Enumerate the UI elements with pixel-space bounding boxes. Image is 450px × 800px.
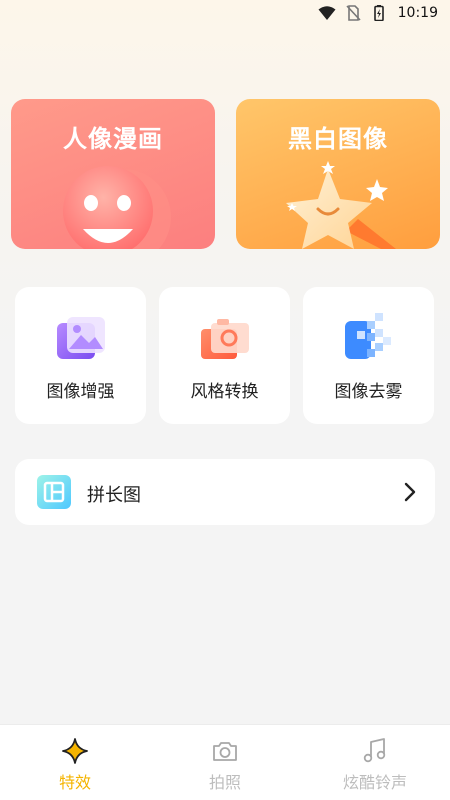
status-bar: 10:19 (0, 0, 450, 26)
camera-icon (213, 742, 237, 761)
nav-item-ringtones[interactable]: 炫酷铃声 (300, 725, 450, 800)
dehaze-pixel-icon (345, 313, 391, 359)
black-white-card[interactable]: 黑白图像 (236, 99, 440, 249)
camera-style-icon (201, 319, 249, 359)
wifi-icon (318, 6, 336, 20)
nav-label-effects: 特效 (58, 773, 91, 792)
image-enhance-label: 图像增强 (46, 382, 115, 402)
bottom-nav: 特效 拍照 炫酷铃声 (0, 724, 450, 800)
dehaze-label: 图像去雾 (334, 382, 403, 402)
nav-item-effects[interactable]: 特效 (0, 725, 150, 800)
sparkle-icon (62, 738, 88, 764)
style-transfer-label: 风格转换 (190, 382, 259, 402)
portrait-comic-title: 人像漫画 (63, 125, 163, 153)
image-enhance-card[interactable]: 图像增强 (15, 287, 146, 424)
nav-label-camera: 拍照 (208, 773, 241, 792)
style-transfer-card[interactable]: 风格转换 (159, 287, 290, 424)
nav-label-ringtones: 炫酷铃声 (342, 773, 407, 792)
music-note-icon (363, 738, 386, 763)
long-image-label: 拼长图 (87, 485, 141, 506)
battery-charging-icon (373, 5, 384, 21)
layout-grid-icon (37, 475, 71, 509)
image-enhance-icon (57, 317, 105, 359)
black-white-title: 黑白图像 (288, 125, 388, 153)
chevron-right-icon (404, 482, 416, 502)
long-image-row[interactable]: 拼长图 (15, 459, 435, 525)
dehaze-card[interactable]: 图像去雾 (303, 287, 434, 424)
portrait-comic-card[interactable]: 人像漫画 (11, 99, 215, 249)
nav-item-camera[interactable]: 拍照 (150, 725, 300, 800)
no-sim-icon (346, 5, 361, 21)
status-time: 10:19 (397, 5, 438, 21)
